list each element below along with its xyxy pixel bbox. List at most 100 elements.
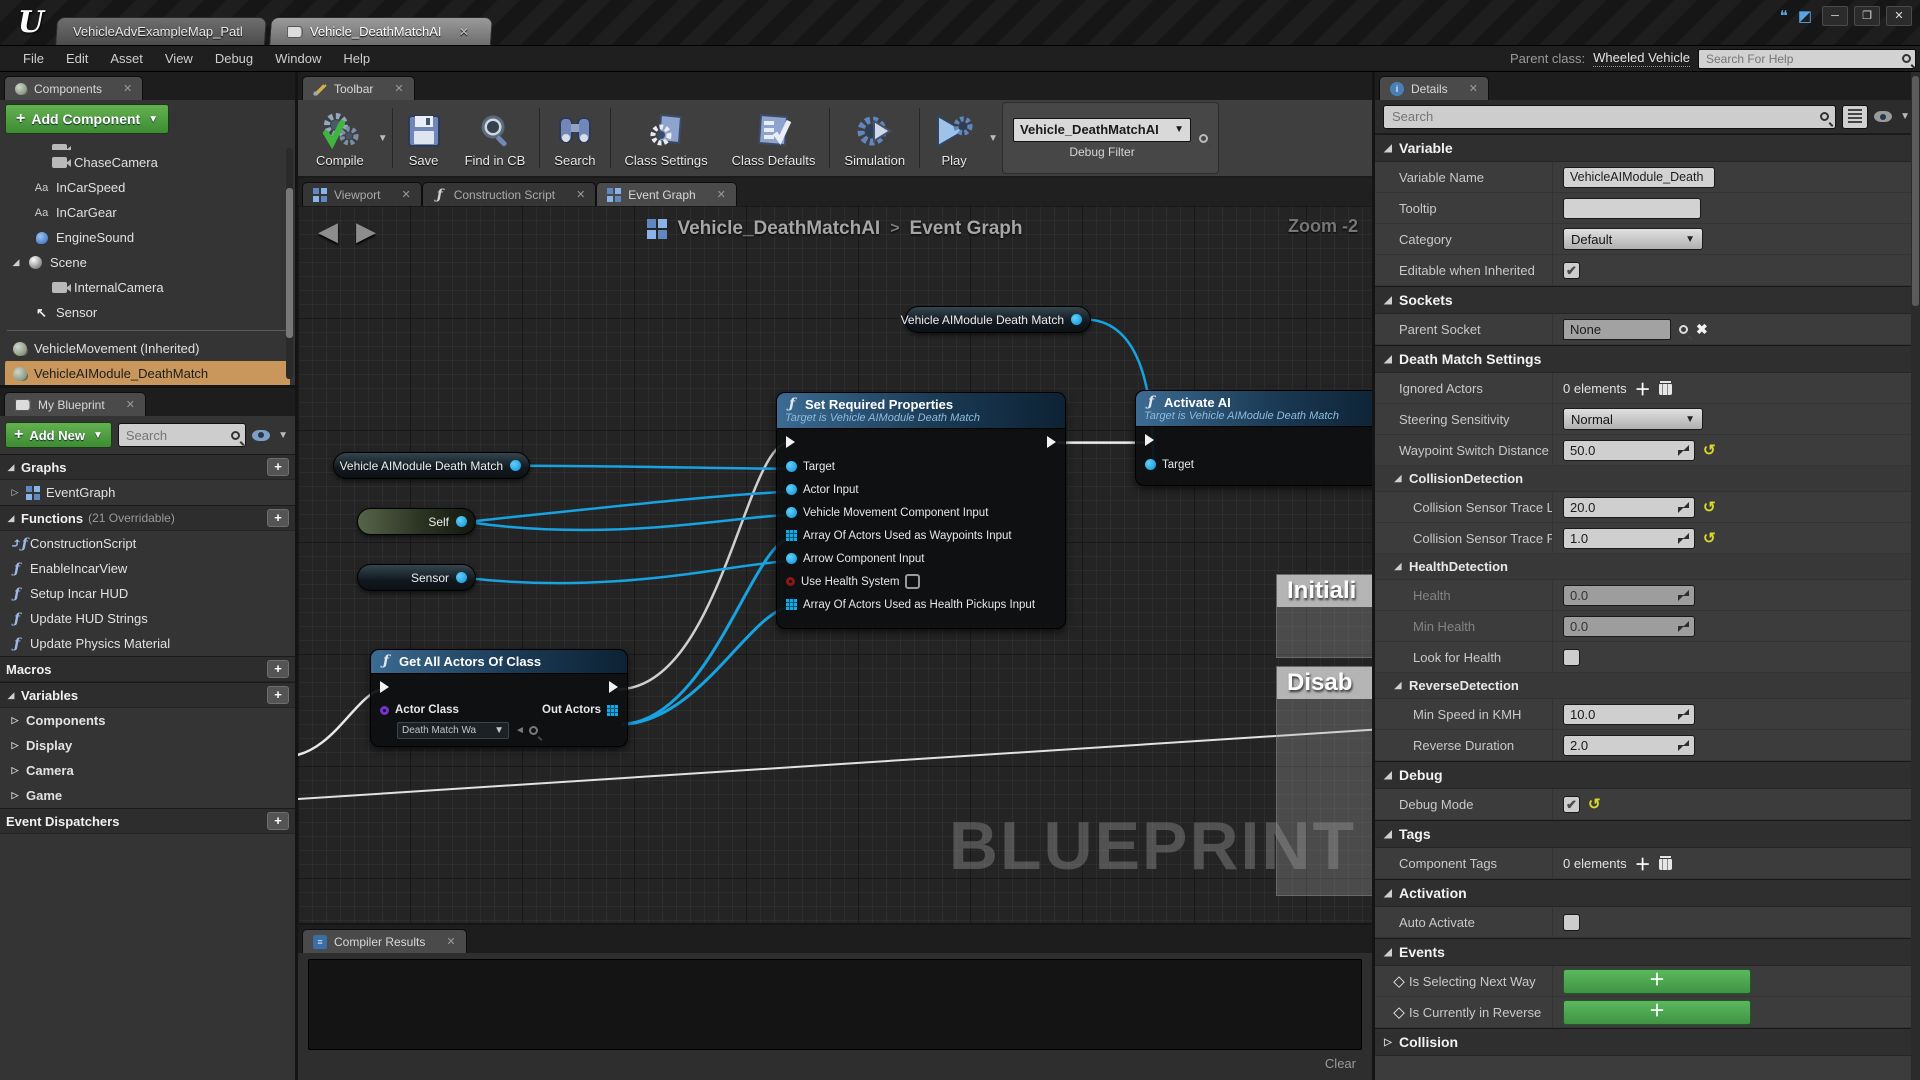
trace-r-input[interactable]: 1.0 <box>1563 528 1695 549</box>
reset-to-default-icon[interactable]: ↺ <box>1703 500 1716 515</box>
node-getter-self[interactable]: Self <box>357 508 476 535</box>
drag-handle-icon[interactable] <box>1678 709 1689 720</box>
drag-handle-icon[interactable] <box>1678 533 1689 544</box>
trash-icon[interactable] <box>1659 381 1672 395</box>
tab-viewport[interactable]: Viewport ✕ <box>302 182 422 206</box>
comment-box-disable[interactable]: Disab <box>1276 666 1372 896</box>
item-update-physics-material[interactable]: ƒUpdate Physics Material <box>0 631 295 656</box>
use-health-checkbox[interactable] <box>905 574 920 589</box>
add-event-button[interactable]: ＋ <box>1563 969 1751 994</box>
parent-socket-value[interactable]: None <box>1563 319 1671 340</box>
item-update-hud-strings[interactable]: ƒUpdate HUD Strings <box>0 606 295 631</box>
object-pin[interactable] <box>456 572 467 583</box>
event-graph-canvas[interactable]: BLUEPRINT Initiali <box>298 206 1372 923</box>
tab-compiler-results[interactable]: ≡ Compiler Results ✕ <box>302 929 467 953</box>
close-icon[interactable]: ✕ <box>401 188 410 201</box>
search-button[interactable]: Search <box>542 102 607 174</box>
details-scrollbar[interactable] <box>1911 72 1920 1080</box>
section-functions[interactable]: ◢ Functions (21 Overridable) + <box>0 505 295 531</box>
subsection-collision-detection[interactable]: ◢CollisionDetection <box>1375 466 1920 492</box>
add-component-button[interactable]: + Add Component ▼ <box>5 104 169 134</box>
section-graphs[interactable]: ◢ Graphs + <box>0 454 295 480</box>
var-group-components[interactable]: ▷Components <box>0 708 295 733</box>
look-for-health-checkbox[interactable] <box>1563 649 1580 666</box>
exec-in-pin[interactable] <box>786 436 795 448</box>
object-pin[interactable] <box>510 460 521 471</box>
tree-row-enginesound[interactable]: EngineSound <box>5 225 290 250</box>
help-search-input[interactable] <box>1706 52 1902 66</box>
node-getter-vehicle-aimodule-top[interactable]: Vehicle AIModule Death Match <box>905 306 1091 333</box>
object-pin[interactable] <box>1071 314 1082 325</box>
reverse-duration-input[interactable]: 2.0 <box>1563 735 1695 756</box>
subsection-health-detection[interactable]: ◢HealthDetection <box>1375 554 1920 580</box>
section-tags[interactable]: ◢Tags <box>1375 821 1920 848</box>
min-speed-input[interactable]: 10.0 <box>1563 704 1695 725</box>
tree-row-vehiclemovement[interactable]: VehicleMovement (Inherited) <box>5 336 290 361</box>
object-pin[interactable] <box>1145 459 1156 470</box>
close-icon[interactable]: ✕ <box>123 82 132 95</box>
search-icon[interactable] <box>1199 134 1208 143</box>
expander-icon[interactable]: ◢ <box>11 257 21 268</box>
array-pin[interactable] <box>786 530 797 541</box>
chevron-down-icon[interactable]: ▼ <box>278 430 288 441</box>
tree-row-sensor[interactable]: ↖Sensor <box>5 300 290 325</box>
tree-row-vehicleaimodule[interactable]: VehicleAIModule_DeathMatch <box>5 361 290 385</box>
search-icon[interactable] <box>529 726 538 735</box>
add-dispatcher-button[interactable]: + <box>267 812 289 830</box>
tree-row-chasecamera[interactable]: ChaseCamera <box>5 150 290 175</box>
compile-button[interactable]: Compile <box>304 102 376 174</box>
section-debug[interactable]: ◢Debug <box>1375 762 1920 789</box>
array-pin[interactable] <box>607 705 618 716</box>
exec-in-pin[interactable] <box>1145 434 1154 446</box>
section-variables[interactable]: ◢ Variables + <box>0 682 295 708</box>
variable-name-input[interactable] <box>1563 167 1715 188</box>
add-element-icon[interactable]: ＋ <box>1635 376 1651 400</box>
chevron-down-icon[interactable]: ▼ <box>1900 111 1910 122</box>
tree-row-incarspeed[interactable]: AaInCarSpeed <box>5 175 290 200</box>
menu-file[interactable]: File <box>12 51 55 66</box>
components-scrollbar[interactable] <box>286 148 293 379</box>
menu-debug[interactable]: Debug <box>204 51 264 66</box>
health-input[interactable]: 0.0 <box>1563 585 1695 606</box>
add-function-button[interactable]: + <box>267 509 289 527</box>
class-settings-button[interactable]: Class Settings <box>613 102 720 174</box>
object-pin[interactable] <box>786 507 797 518</box>
editable-checkbox[interactable]: ✔ <box>1563 262 1580 279</box>
save-button[interactable]: Save <box>395 102 453 174</box>
menu-window[interactable]: Window <box>264 51 332 66</box>
menu-edit[interactable]: Edit <box>55 51 99 66</box>
section-macros[interactable]: Macros + <box>0 656 295 682</box>
add-element-icon[interactable]: ＋ <box>1635 851 1651 875</box>
section-collision[interactable]: ▷Collision <box>1375 1029 1920 1056</box>
close-icon[interactable]: ✕ <box>446 935 455 948</box>
section-variable[interactable]: ◢Variable <box>1375 135 1920 162</box>
auto-activate-checkbox[interactable] <box>1563 914 1580 931</box>
play-button[interactable]: Play <box>922 102 986 174</box>
expander-icon[interactable]: ▷ <box>10 765 20 776</box>
var-group-game[interactable]: ▷Game <box>0 783 295 808</box>
section-sockets[interactable]: ◢Sockets <box>1375 287 1920 314</box>
chevron-down-icon[interactable]: ▼ <box>988 133 998 144</box>
chat-icon[interactable]: ❝ <box>1780 7 1788 25</box>
eye-icon[interactable] <box>252 430 270 441</box>
item-enableincarview[interactable]: ƒEnableIncarView <box>0 556 295 581</box>
reset-to-default-icon[interactable]: ↺ <box>1703 531 1716 546</box>
add-graph-button[interactable]: + <box>267 458 289 476</box>
tab-my-blueprint[interactable]: My Blueprint ✕ <box>4 392 146 416</box>
reset-to-default-icon[interactable]: ↺ <box>1588 797 1601 812</box>
expander-icon[interactable]: ▷ <box>10 740 20 751</box>
tab-event-graph[interactable]: Event Graph ✕ <box>596 182 737 206</box>
chevron-down-icon[interactable]: ▼ <box>378 133 388 144</box>
close-icon[interactable]: ✕ <box>576 188 585 201</box>
object-pin[interactable] <box>456 516 467 527</box>
node-activate-ai[interactable]: ƒActivate AI Target is Vehicle AIModule … <box>1135 390 1372 486</box>
graph-forward-button[interactable]: ▶ <box>356 216 376 247</box>
section-activation[interactable]: ◢Activation <box>1375 880 1920 907</box>
doc-tab-map[interactable]: VehicleAdvExampleMap_Patl <box>55 17 267 45</box>
exec-out-pin[interactable] <box>1047 436 1056 448</box>
node-set-required-properties[interactable]: ƒSet Required Properties Target is Vehic… <box>776 392 1066 629</box>
add-variable-button[interactable]: + <box>267 686 289 704</box>
debug-mode-checkbox[interactable]: ✔ <box>1563 796 1580 813</box>
node-getter-sensor[interactable]: Sensor <box>357 564 476 591</box>
var-group-camera[interactable]: ▷Camera <box>0 758 295 783</box>
